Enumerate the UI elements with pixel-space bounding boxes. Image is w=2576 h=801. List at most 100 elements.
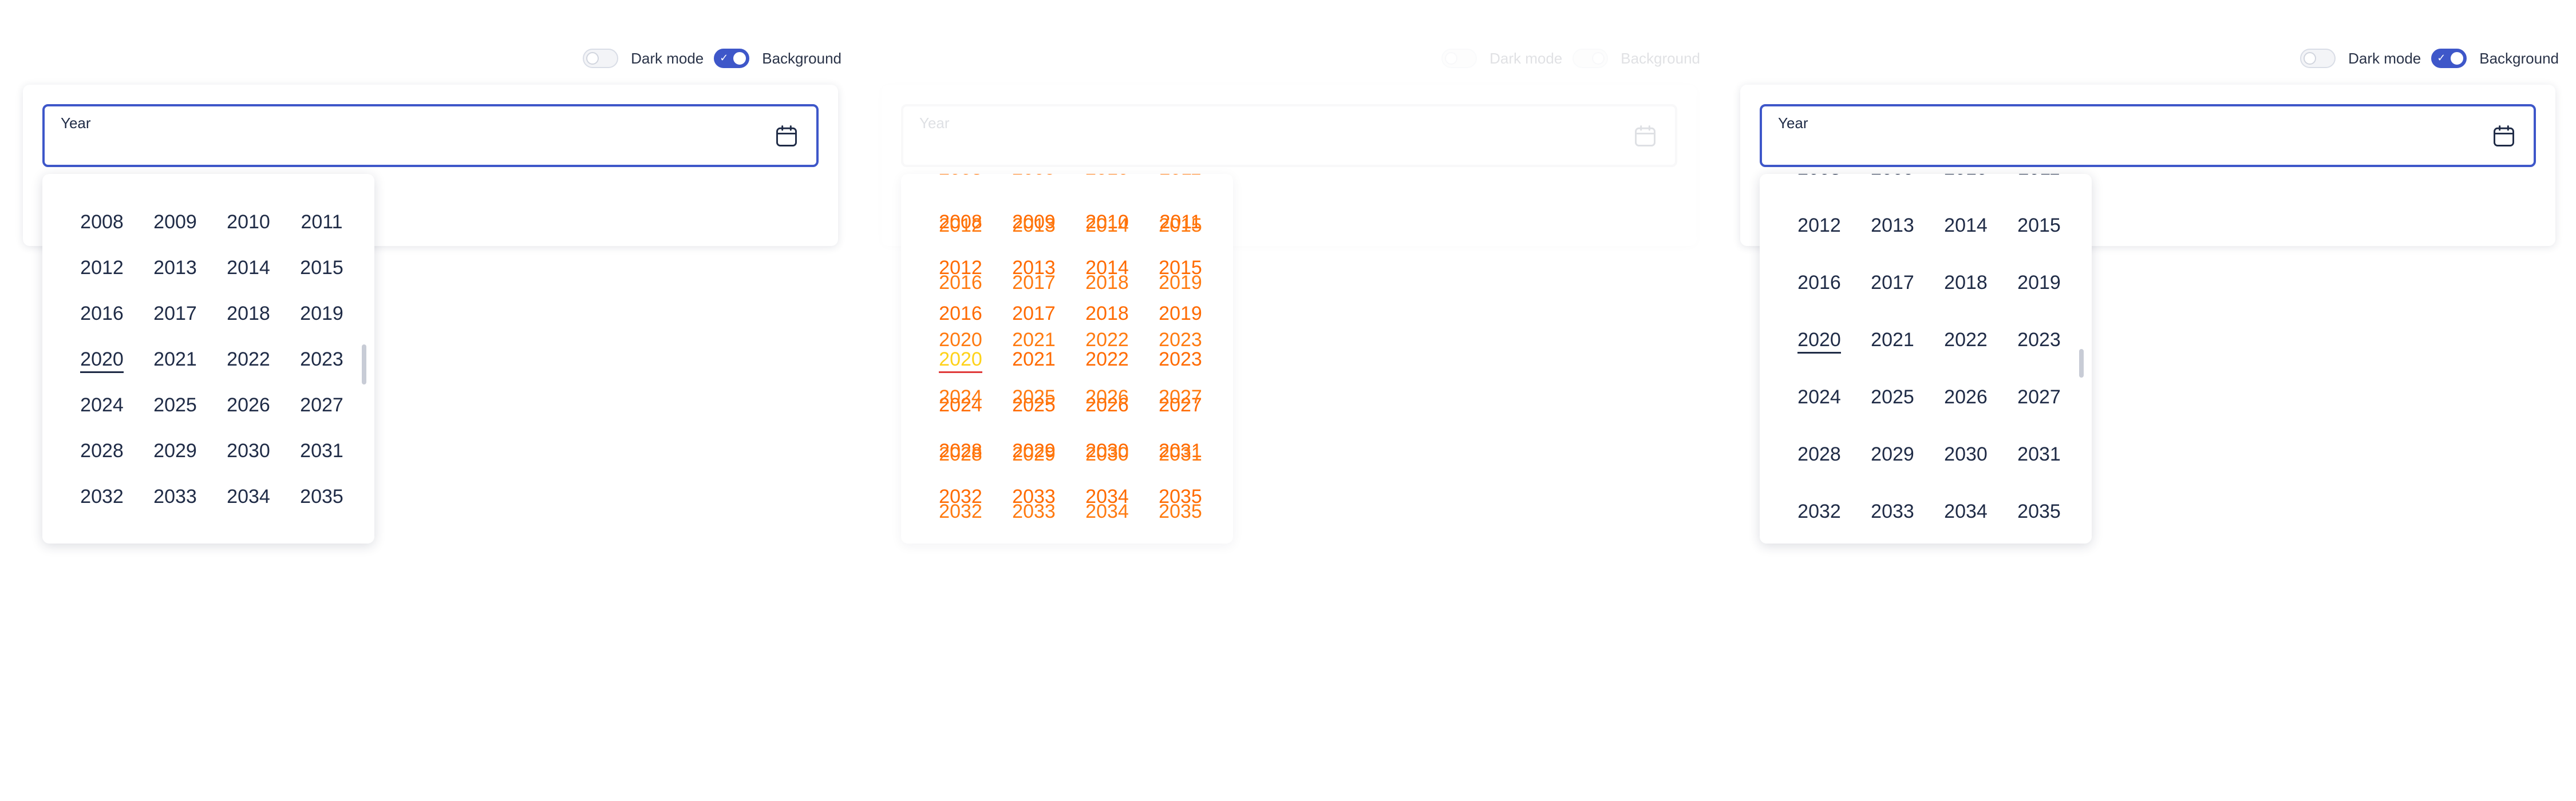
year-option[interactable]: 2032 <box>924 500 997 523</box>
dark-mode-toggle[interactable]: Dark mode <box>583 49 704 68</box>
dark-mode-switch[interactable] <box>583 49 619 68</box>
year-option[interactable]: 2032 <box>65 485 139 508</box>
year-option[interactable]: 2031 <box>2002 443 2076 466</box>
year-option[interactable]: 2021 <box>1856 328 1929 351</box>
background-toggle[interactable]: ✓ Background <box>714 49 841 68</box>
year-option[interactable]: 2024 <box>1783 386 1856 409</box>
dark-mode-switch[interactable] <box>1441 49 1477 68</box>
year-option[interactable]: 2022 <box>1929 328 2002 351</box>
background-switch[interactable] <box>1573 49 1609 68</box>
year-option[interactable]: 2015 <box>285 256 358 279</box>
year-option[interactable]: 2034 <box>1070 500 1144 523</box>
year-option[interactable]: 2020 <box>65 348 139 373</box>
year-option[interactable]: 2035 <box>285 485 358 508</box>
year-option[interactable]: 2013 <box>1856 214 1929 237</box>
year-input[interactable] <box>1778 137 2410 159</box>
year-option[interactable]: 2018 <box>1070 302 1144 325</box>
year-option[interactable]: 2020 <box>924 348 997 373</box>
background-toggle[interactable]: ✓ Background <box>2431 49 2559 68</box>
scrollbar-thumb[interactable] <box>2079 349 2084 378</box>
year-option[interactable]: 2009 <box>139 211 212 233</box>
year-option[interactable]: 2033 <box>1856 500 1929 523</box>
year-option[interactable]: 2035 <box>2002 500 2076 523</box>
year-option[interactable]: 2031 <box>1144 443 1217 466</box>
year-option[interactable]: 2021 <box>997 348 1070 371</box>
year-option[interactable]: 2014 <box>1070 214 1144 237</box>
year-option[interactable]: 2010 <box>212 211 285 233</box>
year-option[interactable]: 2024 <box>65 394 139 417</box>
year-option[interactable]: 2022 <box>212 348 285 371</box>
year-option[interactable]: 2023 <box>2002 328 2076 351</box>
dark-mode-toggle[interactable]: Dark mode <box>2300 49 2421 68</box>
year-option[interactable]: 2019 <box>285 302 358 325</box>
calendar-icon[interactable] <box>2491 124 2516 149</box>
year-option[interactable]: 2009 <box>1856 174 1929 180</box>
year-option[interactable]: 2020 <box>1783 328 1856 354</box>
year-option[interactable]: 2020 <box>924 328 997 351</box>
year-option[interactable]: 2013 <box>139 256 212 279</box>
year-option[interactable]: 2019 <box>1144 271 1217 294</box>
year-option[interactable]: 2027 <box>2002 386 2076 409</box>
year-option[interactable]: 2021 <box>997 328 1070 351</box>
year-option[interactable]: 2023 <box>285 348 358 371</box>
year-field[interactable]: Year <box>1760 104 2536 167</box>
year-option[interactable]: 2027 <box>1144 386 1217 409</box>
background-switch[interactable]: ✓ <box>714 49 750 68</box>
dark-mode-switch[interactable] <box>2300 49 2336 68</box>
year-option[interactable]: 2029 <box>1856 443 1929 466</box>
year-option[interactable]: 2017 <box>1856 271 1929 294</box>
background-switch[interactable]: ✓ <box>2431 49 2467 68</box>
dark-mode-toggle[interactable]: Dark mode <box>1441 49 1562 68</box>
year-option[interactable]: 2015 <box>2002 214 2076 237</box>
year-option[interactable]: 2008 <box>924 174 997 180</box>
year-option[interactable]: 2010 <box>1070 174 1144 180</box>
year-option[interactable]: 2026 <box>1070 386 1144 409</box>
year-option[interactable]: 2011 <box>2002 174 2076 180</box>
year-option[interactable]: 2011 <box>1144 174 1217 180</box>
year-option[interactable]: 2014 <box>1929 214 2002 237</box>
year-option[interactable]: 2022 <box>1070 348 1144 371</box>
year-option[interactable]: 2027 <box>285 394 358 417</box>
year-option[interactable]: 2018 <box>1929 271 2002 294</box>
year-option[interactable]: 2008 <box>1783 174 1856 180</box>
year-field[interactable]: Year <box>42 104 819 167</box>
background-toggle[interactable]: Background <box>1573 49 1700 68</box>
year-option[interactable]: 2017 <box>997 302 1070 325</box>
year-option[interactable]: 2019 <box>1144 302 1217 325</box>
year-option[interactable]: 2031 <box>285 439 358 462</box>
calendar-icon[interactable] <box>1633 124 1658 149</box>
calendar-icon[interactable] <box>774 124 799 149</box>
year-option[interactable]: 2021 <box>139 348 212 371</box>
year-option[interactable]: 2034 <box>1929 500 2002 523</box>
year-option[interactable]: 2017 <box>139 302 212 325</box>
year-option[interactable]: 2033 <box>139 485 212 508</box>
year-option[interactable]: 2025 <box>139 394 212 417</box>
year-option[interactable]: 2029 <box>997 443 1070 466</box>
year-option[interactable]: 2015 <box>1144 214 1217 237</box>
year-input[interactable] <box>61 137 693 159</box>
year-option[interactable]: 2016 <box>924 302 997 325</box>
year-option[interactable]: 2032 <box>1783 500 1856 523</box>
year-option[interactable]: 2034 <box>212 485 285 508</box>
year-option[interactable]: 2009 <box>997 174 1070 180</box>
year-option[interactable]: 2014 <box>212 256 285 279</box>
year-option[interactable]: 2018 <box>212 302 285 325</box>
year-option[interactable]: 2019 <box>2002 271 2076 294</box>
year-option[interactable]: 2033 <box>997 500 1070 523</box>
year-option[interactable]: 2016 <box>65 302 139 325</box>
year-option[interactable]: 2012 <box>1783 214 1856 237</box>
year-option[interactable]: 2030 <box>212 439 285 462</box>
year-option[interactable]: 2028 <box>924 443 997 466</box>
year-field[interactable]: Year <box>901 104 1677 167</box>
year-option[interactable]: 2030 <box>1929 443 2002 466</box>
year-option[interactable]: 2023 <box>1144 328 1217 351</box>
year-option[interactable]: 2022 <box>1070 328 1144 351</box>
year-option[interactable]: 2029 <box>139 439 212 462</box>
year-option[interactable]: 2016 <box>924 271 997 294</box>
year-option[interactable]: 2028 <box>65 439 139 462</box>
year-option[interactable]: 2016 <box>1783 271 1856 294</box>
year-option[interactable]: 2025 <box>1856 386 1929 409</box>
year-option[interactable]: 2008 <box>65 211 139 233</box>
year-option[interactable]: 2011 <box>285 211 358 233</box>
year-option[interactable]: 2018 <box>1070 271 1144 294</box>
